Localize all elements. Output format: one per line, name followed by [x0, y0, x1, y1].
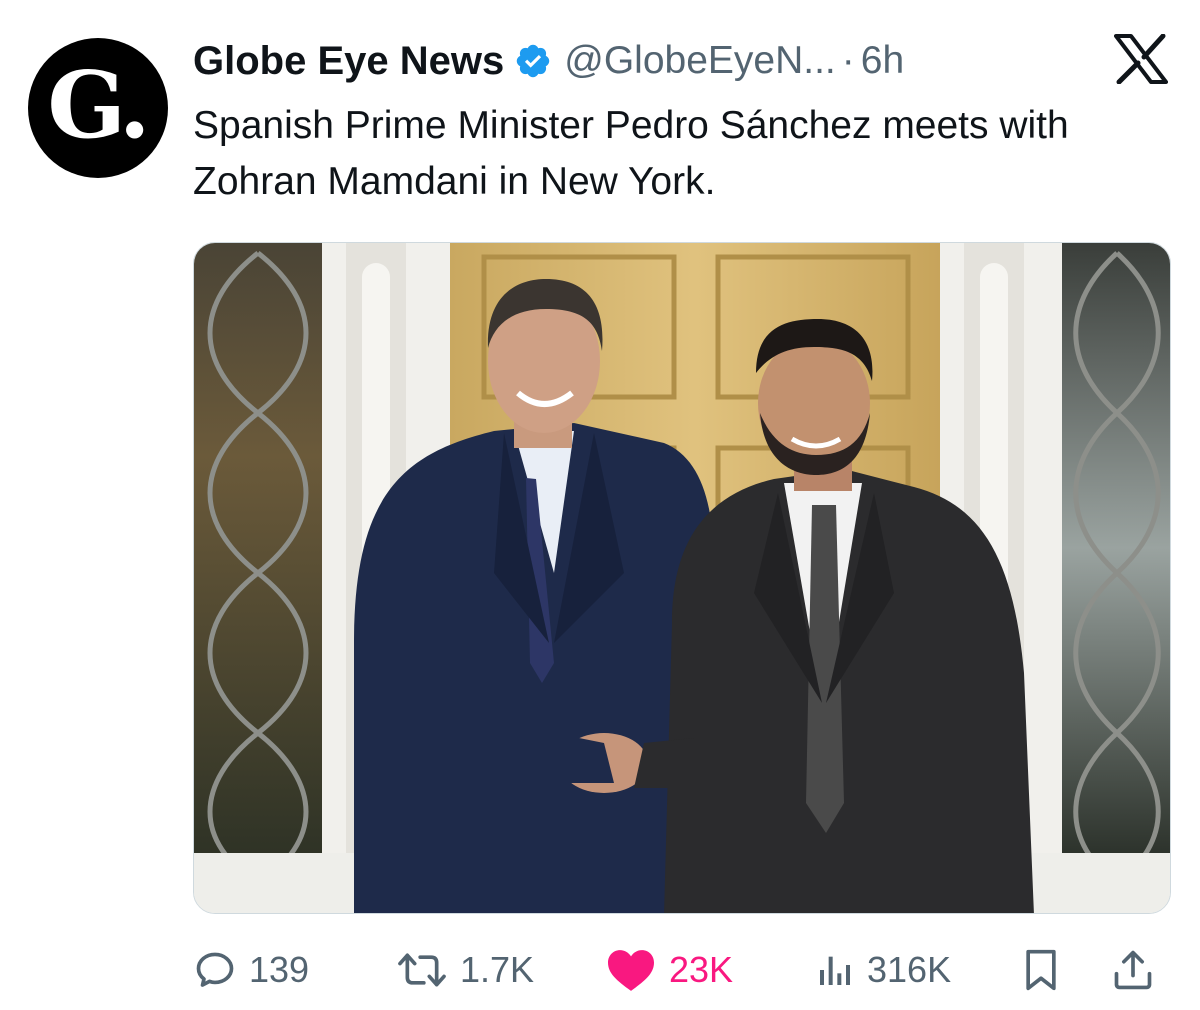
views-icon: [820, 956, 850, 985]
heart-icon: [608, 950, 654, 991]
share-icon: [1114, 950, 1152, 990]
avatar-logo-text: G.: [47, 51, 150, 159]
retweet-icon: [398, 953, 446, 987]
account-name[interactable]: Globe Eye News: [193, 39, 504, 84]
tweet-actions-bar: 139 1.7K 23K 316K: [193, 940, 1173, 1000]
avatar[interactable]: G.: [28, 38, 168, 178]
photo-illustration: [194, 243, 1170, 913]
share-button[interactable]: [1111, 940, 1155, 1000]
views-button[interactable]: 316K: [815, 940, 951, 1000]
reply-button[interactable]: 139: [193, 940, 309, 1000]
views-count: 316K: [867, 949, 952, 990]
tweet-photo[interactable]: [193, 242, 1171, 914]
account-handle[interactable]: @GlobeEyeN...: [564, 39, 836, 83]
bookmark-button[interactable]: [1023, 940, 1059, 1000]
tweet-timestamp[interactable]: 6h: [861, 39, 904, 83]
like-button[interactable]: 23K: [605, 940, 733, 1000]
x-logo-icon: [1114, 34, 1168, 84]
bookmark-icon: [1026, 949, 1056, 991]
retweet-button[interactable]: 1.7K: [396, 940, 534, 1000]
tweet-header: Globe Eye News @GlobeEyeN... · 6h: [193, 36, 904, 86]
reply-count: 139: [249, 949, 310, 990]
header-separator: ·: [841, 39, 855, 82]
retweet-count: 1.7K: [460, 949, 535, 990]
verified-badge-icon: [517, 44, 550, 78]
reply-icon: [196, 952, 234, 987]
tweet-text: Spanish Prime Minister Pedro Sánchez mee…: [193, 104, 1069, 203]
like-count: 23K: [669, 949, 734, 990]
